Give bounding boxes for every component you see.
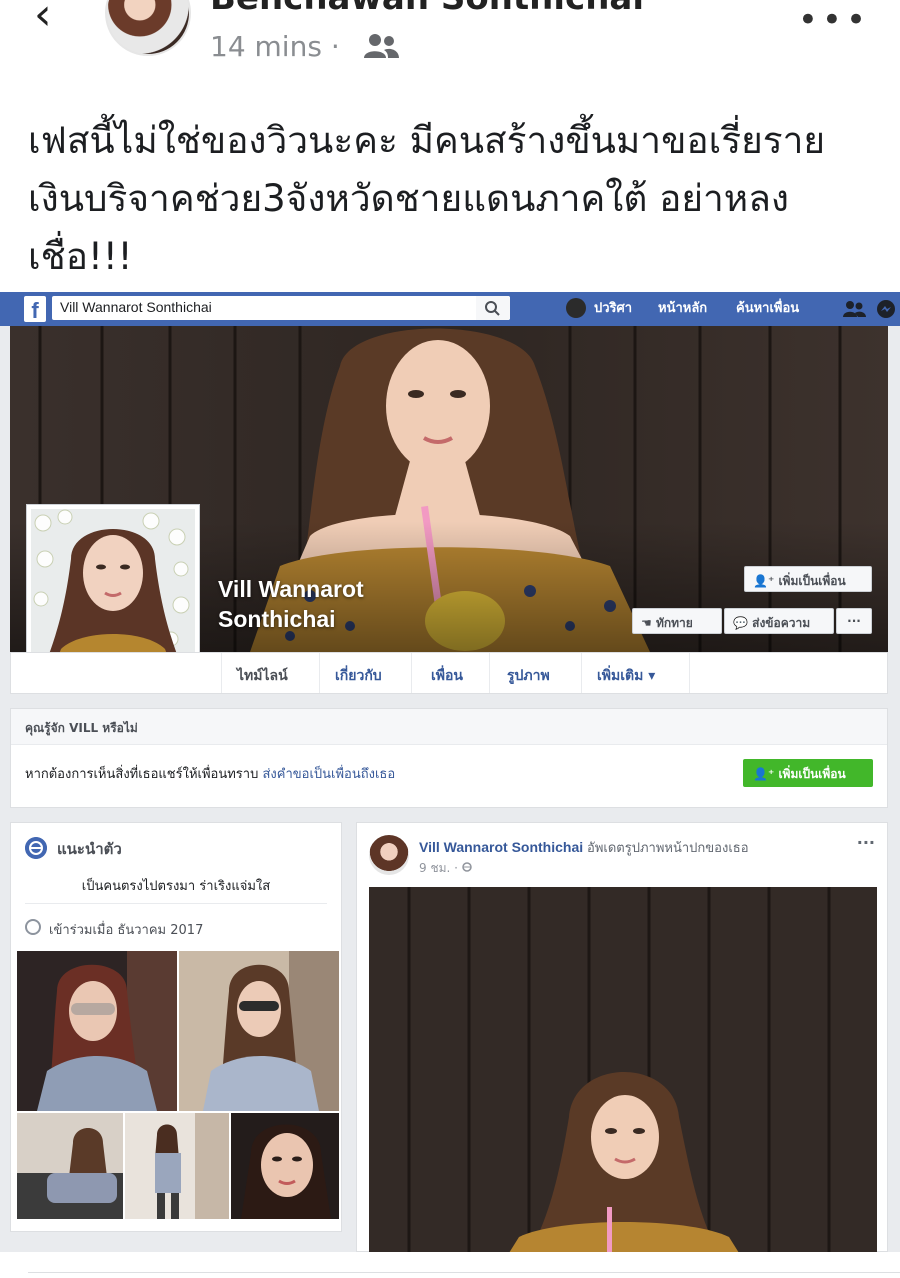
author-name[interactable]: Benchawan Sonthichai bbox=[210, 0, 644, 18]
poke-icon: ☚ bbox=[641, 616, 656, 630]
photo-thumbnail[interactable] bbox=[231, 1113, 339, 1219]
friend-suggestion-message: หากต้องการเห็นสิ่งที่เธอแชร์ให้เพื่อนทรา… bbox=[25, 767, 259, 782]
tab-timeline[interactable]: ไทม์ไลน์ bbox=[237, 665, 288, 687]
tab-divider bbox=[489, 653, 490, 693]
poke-label: ทักทาย bbox=[655, 616, 693, 630]
search-icon bbox=[485, 301, 500, 316]
search-button bbox=[476, 296, 510, 320]
friend-suggestion-text: หากต้องการเห็นสิ่งที่เธอแชร์ให้เพื่อนทรา… bbox=[25, 763, 395, 784]
feed-post-photo-image bbox=[369, 887, 877, 1252]
add-friend-button[interactable]: 👤⁺ เพิ่มเป็นเพื่อน bbox=[744, 566, 872, 592]
add-friend-label: เพิ่มเป็นเพื่อน bbox=[778, 574, 846, 588]
feed-post-photo[interactable] bbox=[369, 887, 877, 1252]
intro-bio: เป็นคนตรงไปตรงมา ร่าเริงแจ่มใส bbox=[81, 879, 271, 894]
facebook-logo-icon: f bbox=[24, 296, 46, 323]
photo-thumbnail-image bbox=[231, 1113, 339, 1219]
post-timestamp[interactable]: 14 mins · bbox=[210, 30, 340, 63]
photo-thumbnail-image bbox=[17, 1113, 123, 1219]
feed-post-header: Vill Wannarot Sonthichai อัพเดตรูปภาพหน้… bbox=[419, 837, 749, 858]
tab-divider bbox=[689, 653, 690, 693]
feed-post: Vill Wannarot Sonthichai อัพเดตรูปภาพหน้… bbox=[356, 822, 888, 1252]
clock-icon bbox=[25, 919, 41, 935]
profile-more-button[interactable]: ··· bbox=[836, 608, 872, 634]
feed-post-action: อัพเดตรูปภาพหน้าปกของเธอ bbox=[587, 841, 749, 856]
profile-tabs: ไทม์ไลน์ เกี่ยวกับ เพื่อน รูปภาพ เพิ่มเต… bbox=[10, 652, 888, 694]
globe-intro-icon bbox=[25, 837, 47, 859]
poke-button[interactable]: ☚ ทักทาย bbox=[632, 608, 722, 634]
tab-photos[interactable]: รูปภาพ bbox=[507, 665, 550, 687]
nav-find-friends: ค้นหาเพื่อน bbox=[736, 301, 800, 316]
add-friend-icon: 👤⁺ bbox=[753, 767, 779, 781]
post-caption: เฟสนี้ไม่ใช่ของวิวนะคะ มีคนสร้างขึ้นมาขอ… bbox=[28, 119, 826, 278]
tab-about[interactable]: เกี่ยวกับ bbox=[335, 665, 382, 687]
post-options-button[interactable]: ••• bbox=[798, 0, 870, 40]
message-label: ส่งข้อความ bbox=[752, 616, 811, 630]
photo-thumbnail-image bbox=[17, 951, 177, 1111]
back-button[interactable]: ‹ bbox=[34, 0, 52, 37]
tab-more[interactable]: เพิ่มเติม ▾ bbox=[597, 665, 655, 687]
profile-name-line2: Sonthichai bbox=[218, 606, 336, 632]
photo-thumbnail-image bbox=[179, 951, 339, 1111]
post-header: ‹ Benchawan Sonthichai 14 mins · ••• bbox=[0, 0, 900, 85]
tab-divider bbox=[411, 653, 412, 693]
user-avatar bbox=[566, 298, 586, 318]
embedded-screenshot[interactable]: f Vill Wannarot Sonthichai ปวริศา หน้าหล… bbox=[0, 292, 900, 1252]
facebook-topbar: f Vill Wannarot Sonthichai ปวริศา หน้าหล… bbox=[0, 292, 900, 326]
profile-picture-image bbox=[31, 509, 195, 665]
author-avatar[interactable] bbox=[105, 0, 191, 56]
friend-requests-icon bbox=[843, 300, 895, 318]
feed-post-avatar[interactable] bbox=[369, 835, 409, 875]
add-friend-green-button[interactable]: 👤⁺ เพิ่มเป็นเพื่อน bbox=[743, 759, 873, 787]
search-input: Vill Wannarot Sonthichai bbox=[52, 296, 510, 320]
nav-user-name: ปวริศา bbox=[594, 301, 633, 316]
photo-thumbnail[interactable] bbox=[17, 1113, 123, 1219]
profile-name[interactable]: Vill Wannarot Sonthichai bbox=[218, 574, 364, 634]
tab-friends[interactable]: เพื่อน bbox=[431, 665, 463, 687]
intro-card: แนะนำตัว เป็นคนตรงไปตรงมา ร่าเริงแจ่มใส … bbox=[10, 822, 342, 1232]
feed-post-time-text: 9 ชม. · bbox=[419, 861, 462, 875]
feed-post-options-button[interactable]: ··· bbox=[857, 833, 875, 852]
photo-thumbnail-image bbox=[125, 1113, 229, 1219]
profile-picture[interactable] bbox=[26, 504, 200, 670]
tab-divider bbox=[319, 653, 320, 693]
message-button[interactable]: 💬 ส่งข้อความ bbox=[724, 608, 834, 634]
friend-suggestion-title: คุณรู้จัก VILL หรือไม่ bbox=[11, 709, 887, 745]
photo-thumbnail[interactable] bbox=[125, 1113, 229, 1219]
friend-suggestion-box: คุณรู้จัก VILL หรือไม่ หากต้องการเห็นสิ่… bbox=[10, 708, 888, 808]
globe-icon bbox=[462, 862, 472, 872]
add-friend-icon: 👤⁺ bbox=[753, 574, 779, 588]
feed-post-time[interactable]: 9 ชม. · bbox=[419, 859, 472, 878]
post-time: 14 mins bbox=[210, 30, 322, 63]
photo-thumbnail[interactable] bbox=[17, 951, 177, 1111]
time-separator: · bbox=[330, 30, 340, 63]
photo-thumbnail[interactable] bbox=[179, 951, 339, 1111]
send-request-link[interactable]: ส่งคำขอเป็นเพื่อนถึงเธอ bbox=[262, 767, 395, 782]
message-icon: 💬 bbox=[733, 616, 753, 630]
tab-divider bbox=[221, 653, 222, 693]
intro-divider bbox=[25, 903, 327, 904]
bottom-divider bbox=[28, 1272, 900, 1273]
tab-divider bbox=[581, 653, 582, 693]
nav-home: หน้าหลัก bbox=[658, 301, 708, 316]
profile-name-line1: Vill Wannarot bbox=[218, 576, 364, 602]
intro-title: แนะนำตัว bbox=[57, 840, 122, 858]
feed-post-author[interactable]: Vill Wannarot Sonthichai bbox=[419, 839, 583, 855]
intro-joined: เข้าร่วมเมื่อ ธันวาคม 2017 bbox=[49, 923, 204, 938]
add-friend-green-label: เพิ่มเป็นเพื่อน bbox=[778, 767, 846, 781]
friends-icon bbox=[364, 34, 399, 58]
